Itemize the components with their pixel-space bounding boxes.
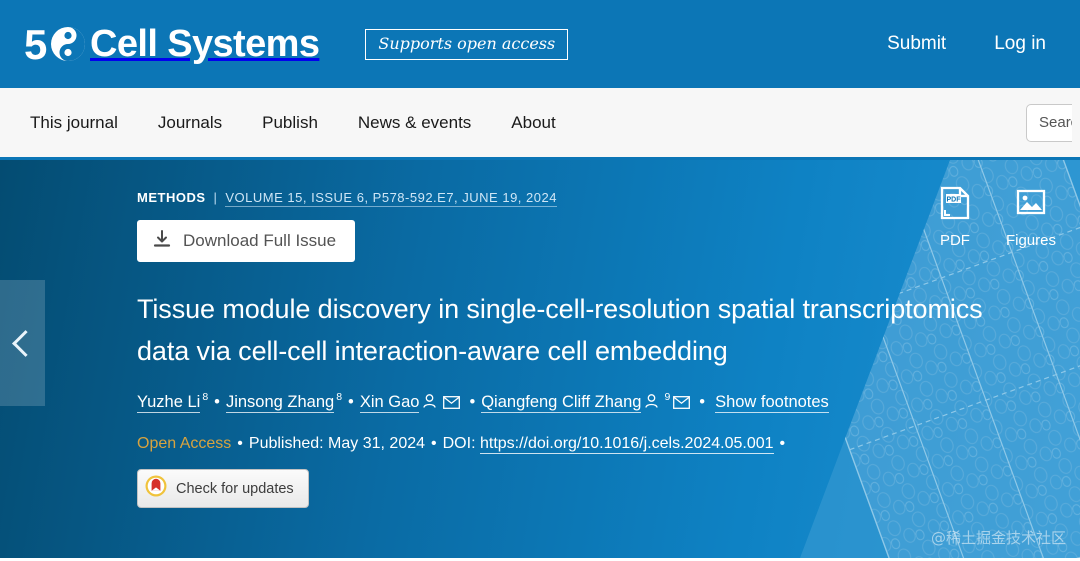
author-link-2[interactable]: Jinsong Zhang	[225, 392, 335, 413]
author-list: Yuzhe Li 8 • Jinsong Zhang 8 • Xin Gao • Qiangfe…	[137, 390, 1080, 417]
nav-item-news-events[interactable]: News & events	[356, 107, 473, 139]
watermark-text: @稀土掘金技术社区	[930, 529, 1066, 547]
article-page: 5 Cell Systems Supports open access Subm…	[0, 0, 1080, 561]
figures-action-label: Figures	[1005, 232, 1056, 249]
cell-press-50-logo-icon: 5	[24, 21, 86, 68]
doi-link[interactable]: https://doi.org/10.1016/j.cels.2024.05.0…	[479, 435, 774, 455]
author-separator: •	[348, 392, 354, 411]
pub-trailing-dot: •	[779, 435, 786, 453]
author-superscript-1: 8	[202, 391, 209, 404]
nav-item-about[interactable]: About	[509, 107, 557, 139]
pdf-file-icon: PDF	[940, 186, 970, 225]
nav-item-this-journal[interactable]: This journal	[28, 107, 120, 139]
author-email-icon[interactable]	[443, 392, 461, 417]
issue-link[interactable]: VOLUME 15, ISSUE 6, P578-592.E7, JUNE 19…	[225, 190, 557, 207]
author-separator: •	[699, 392, 706, 411]
open-access-label: Open Access	[137, 435, 232, 453]
article-actions: PDF PDF Figures	[940, 186, 1056, 249]
article-type-label: METHODS	[137, 190, 206, 205]
author-profile-icon[interactable]	[422, 392, 437, 417]
svg-text:5: 5	[24, 21, 47, 67]
search-input[interactable]	[1026, 103, 1072, 142]
author-superscript-2: 8	[336, 391, 343, 404]
author-link-3[interactable]: Xin Gao	[359, 392, 420, 413]
article-meta: METHODS | VOLUME 15, ISSUE 6, P578-592.E…	[137, 190, 1080, 207]
nav-items-group: This journal Journals Publish News & eve…	[28, 107, 558, 139]
chevron-left-icon	[11, 329, 39, 357]
svg-text:PDF: PDF	[946, 197, 961, 204]
image-figures-icon	[1016, 186, 1046, 225]
article-title: Tissue module discovery in single-cell-r…	[137, 294, 983, 366]
submit-link[interactable]: Submit	[887, 33, 946, 55]
search-container	[1026, 103, 1072, 142]
brand-right-group: Submit Log in	[887, 33, 1046, 55]
hero-content: METHODS | VOLUME 15, ISSUE 6, P578-592.E…	[0, 160, 1080, 509]
check-for-updates-badge[interactable]: Check for updates	[137, 469, 309, 509]
author-superscript-4: 9	[664, 391, 671, 404]
previous-article-button[interactable]	[0, 280, 45, 406]
author-link-4[interactable]: Qiangfeng Cliff Zhang	[481, 392, 642, 413]
author-separator: •	[469, 392, 476, 411]
pub-separator: •	[431, 435, 437, 453]
doi-label: DOI:	[442, 435, 476, 453]
author-profile-icon[interactable]	[644, 392, 659, 417]
published-date: Published: May 31, 2024	[248, 435, 426, 453]
nav-item-journals[interactable]: Journals	[156, 107, 224, 139]
pdf-action-button[interactable]: PDF PDF	[940, 186, 970, 249]
download-full-issue-label: Download Full Issue	[183, 231, 337, 250]
meta-separator: |	[213, 190, 218, 205]
figures-action-button[interactable]: Figures	[1006, 186, 1056, 249]
login-link[interactable]: Log in	[994, 33, 1046, 55]
check-for-updates-label: Check for updates	[176, 480, 294, 497]
brand-header: 5 Cell Systems Supports open access Subm…	[0, 0, 1080, 88]
article-hero: PDF PDF Figures METHODS | VOLUME 15, ISS…	[0, 160, 1080, 558]
show-footnotes-link[interactable]: Show footnotes	[715, 392, 829, 413]
nav-item-publish[interactable]: Publish	[260, 107, 320, 139]
pdf-action-label: PDF	[939, 232, 970, 249]
pub-separator: •	[237, 435, 243, 453]
author-link-1[interactable]: Yuzhe Li	[137, 392, 201, 413]
author-separator: •	[214, 392, 220, 411]
crossmark-shield-icon	[145, 475, 167, 502]
main-navigation: This journal Journals Publish News & eve…	[0, 88, 1080, 160]
journal-title: Cell Systems	[90, 23, 320, 65]
author-email-icon[interactable]	[673, 392, 691, 417]
download-icon	[153, 230, 171, 251]
download-full-issue-button[interactable]: Download Full Issue	[137, 220, 356, 262]
supports-open-access-badge: Supports open access	[365, 28, 569, 60]
brand-left-group: 5 Cell Systems Supports open access	[24, 21, 569, 68]
journal-logo-link[interactable]: 5 Cell Systems	[24, 21, 320, 68]
publication-info: Open Access • Published: May 31, 2024 • DOI:…	[137, 435, 1080, 455]
